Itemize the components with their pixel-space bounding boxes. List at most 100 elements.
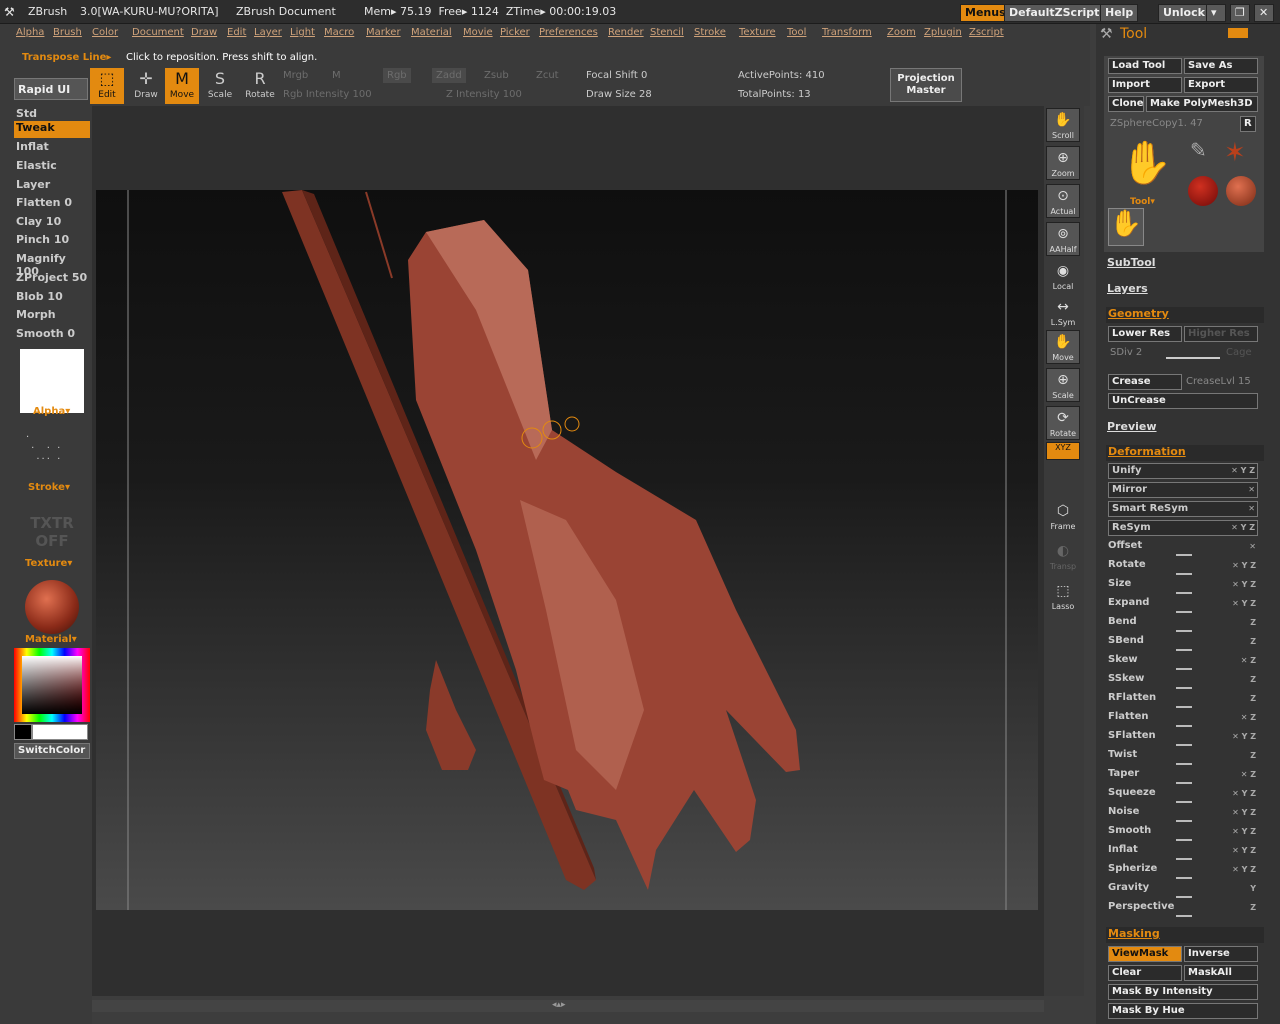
brush-clay[interactable]: Clay 10 [14, 215, 90, 232]
xyz-axis-icon[interactable]: Z [1250, 618, 1256, 627]
rflatten-slider[interactable] [1176, 706, 1192, 708]
primary-color-swatch[interactable] [32, 724, 88, 740]
sdiv-slider[interactable]: SDiv 2 [1110, 347, 1142, 358]
bottom-scrollbar[interactable]: ◂▴▸ [92, 1000, 1044, 1012]
material-menu[interactable]: Material▾ [25, 634, 77, 645]
defaultzscript-button[interactable]: DefaultZScript [1004, 4, 1105, 22]
z-intensity-slider[interactable]: Z Intensity 100 [446, 89, 522, 100]
menu-layer[interactable]: Layer [254, 27, 282, 38]
unlock-button[interactable]: Unlock [1158, 4, 1210, 22]
mrgb-button[interactable]: Mrgb [283, 70, 308, 81]
flatten-slider[interactable] [1176, 725, 1192, 727]
star-tool-icon[interactable]: ✶ [1224, 138, 1254, 168]
stroke-dots-icon[interactable]: · · · · ··· · [26, 432, 82, 472]
help-button[interactable]: Help [1100, 4, 1139, 22]
crease-level-slider[interactable]: CreaseLvl 15 [1186, 376, 1251, 387]
zoom-button[interactable]: ⊕ Zoom [1046, 146, 1080, 180]
xyz-axis-icon[interactable]: ✕ Z [1241, 770, 1256, 779]
geometry-section[interactable]: Geometry [1106, 307, 1264, 323]
draw-button[interactable]: ✛ Draw [129, 68, 163, 104]
menu-macro[interactable]: Macro [324, 27, 354, 38]
deform-mirror[interactable]: Mirror ✕ [1108, 482, 1258, 498]
deform-rflatten[interactable]: RFlatten Z [1108, 692, 1258, 710]
bend-slider[interactable] [1176, 630, 1192, 632]
xyz-axis-icon[interactable]: ✕ Y Z [1232, 827, 1256, 836]
deform-squeeze[interactable]: Squeeze ✕ Y Z [1108, 787, 1258, 805]
brush-smooth[interactable]: Smooth 0 [14, 327, 90, 344]
xyz-axis-icon[interactable]: ✕ Z [1241, 713, 1256, 722]
texture-off-thumbnail[interactable]: TXTR OFF [26, 514, 78, 550]
menu-draw[interactable]: Draw [191, 27, 217, 38]
sbend-slider[interactable] [1176, 649, 1192, 651]
xyz-axis-icon[interactable]: Z [1250, 903, 1256, 912]
twist-slider[interactable] [1176, 763, 1192, 765]
menu-material[interactable]: Material [411, 27, 452, 38]
deform-noise[interactable]: Noise ✕ Y Z [1108, 806, 1258, 824]
menu-texture[interactable]: Texture [739, 27, 776, 38]
brush-elastic[interactable]: Elastic [14, 159, 90, 176]
size-slider[interactable] [1176, 592, 1192, 594]
frame-button[interactable]: ⬡ Frame [1046, 500, 1080, 534]
edit-button[interactable]: ⬚ Edit [90, 68, 124, 104]
brush-tool-icon[interactable]: ✎ [1190, 138, 1218, 166]
xyz-axis-icon[interactable]: Z [1250, 751, 1256, 760]
cage-button[interactable]: Cage [1226, 347, 1252, 358]
xyz-axis-icon[interactable]: ✕ [1248, 485, 1255, 494]
xyz-axis-icon[interactable]: ✕ Y Z [1232, 865, 1256, 874]
menu-render[interactable]: Render [608, 27, 644, 38]
preview-link[interactable]: Preview [1107, 420, 1157, 433]
deform-inflat[interactable]: Inflat ✕ Y Z [1108, 844, 1258, 862]
rotate-view-button[interactable]: ⟳ Rotate [1046, 406, 1080, 440]
menu-preferences[interactable]: Preferences [539, 27, 598, 38]
scroll-button[interactable]: ✋ Scroll [1046, 108, 1080, 142]
clone-button[interactable]: Clone [1108, 96, 1144, 112]
squeeze-slider[interactable] [1176, 801, 1192, 803]
xyz-axis-icon[interactable]: Z [1250, 637, 1256, 646]
zadd-button[interactable]: Zadd [432, 68, 466, 83]
deform-flatten[interactable]: Flatten ✕ Z [1108, 711, 1258, 729]
menu-picker[interactable]: Picker [500, 27, 530, 38]
sphere-tool-icon[interactable] [1188, 176, 1218, 206]
smooth-slider[interactable] [1176, 839, 1192, 841]
xyz-axis-icon[interactable]: ✕ Y Z [1232, 789, 1256, 798]
texture-menu[interactable]: Texture▾ [25, 558, 72, 569]
sdiv-slider-track[interactable] [1166, 357, 1220, 359]
transp-button[interactable]: ◐ Transp [1046, 540, 1080, 574]
brush-zproject[interactable]: ZProject 50 [14, 271, 90, 288]
xyz-axis-icon[interactable]: ✕ Y Z [1232, 846, 1256, 855]
xyz-axis-icon[interactable]: ✕ Y Z [1232, 732, 1256, 741]
xyz-axis-icon[interactable]: ✕ Z [1241, 656, 1256, 665]
xyz-axis-icon[interactable]: Z [1250, 675, 1256, 684]
save-as-button[interactable]: Save As [1184, 58, 1258, 74]
scale-view-button[interactable]: ⊕ Scale [1046, 368, 1080, 402]
clear-mask-button[interactable]: Clear [1108, 965, 1182, 981]
menu-document[interactable]: Document [132, 27, 184, 38]
import-button[interactable]: Import [1108, 77, 1182, 93]
color-picker[interactable] [14, 648, 90, 722]
lower-res-button[interactable]: Lower Res [1108, 326, 1182, 342]
menu-movie[interactable]: Movie [463, 27, 493, 38]
menu-stencil[interactable]: Stencil [650, 27, 684, 38]
deform-unify[interactable]: Unify ✕ Y Z [1108, 463, 1258, 479]
xyz-axis-icon[interactable]: ✕ Y Z [1231, 523, 1255, 532]
deform-rotate[interactable]: Rotate ✕ Y Z [1108, 559, 1258, 577]
close-icon[interactable]: ✕ [1254, 4, 1274, 22]
lasso-button[interactable]: ⬚ Lasso [1046, 580, 1080, 614]
offset-slider[interactable] [1176, 554, 1192, 556]
material-sphere-icon[interactable] [25, 580, 79, 634]
actual-button[interactable]: ⊙ Actual [1046, 184, 1080, 218]
rapid-ui-button[interactable]: Rapid UI [14, 78, 88, 100]
xyz-axis-icon[interactable]: Y [1250, 884, 1256, 893]
zcut-button[interactable]: Zcut [536, 70, 559, 81]
brush-morph[interactable]: Morph [14, 308, 90, 325]
deform-bend[interactable]: Bend Z [1108, 616, 1258, 634]
deform-expand[interactable]: Expand ✕ Y Z [1108, 597, 1258, 615]
zsphere-tool-icon[interactable] [1226, 176, 1256, 206]
focal-shift-slider[interactable]: Focal Shift 0 [586, 70, 647, 81]
viewmask-button[interactable]: ViewMask [1108, 946, 1182, 962]
rotate-slider[interactable] [1176, 573, 1192, 575]
xyz-axis-icon[interactable]: ✕ Y Z [1231, 466, 1255, 475]
rgb-button[interactable]: Rgb [383, 68, 411, 83]
deform-sflatten[interactable]: SFlatten ✕ Y Z [1108, 730, 1258, 748]
scale-button[interactable]: S Scale [203, 68, 237, 104]
